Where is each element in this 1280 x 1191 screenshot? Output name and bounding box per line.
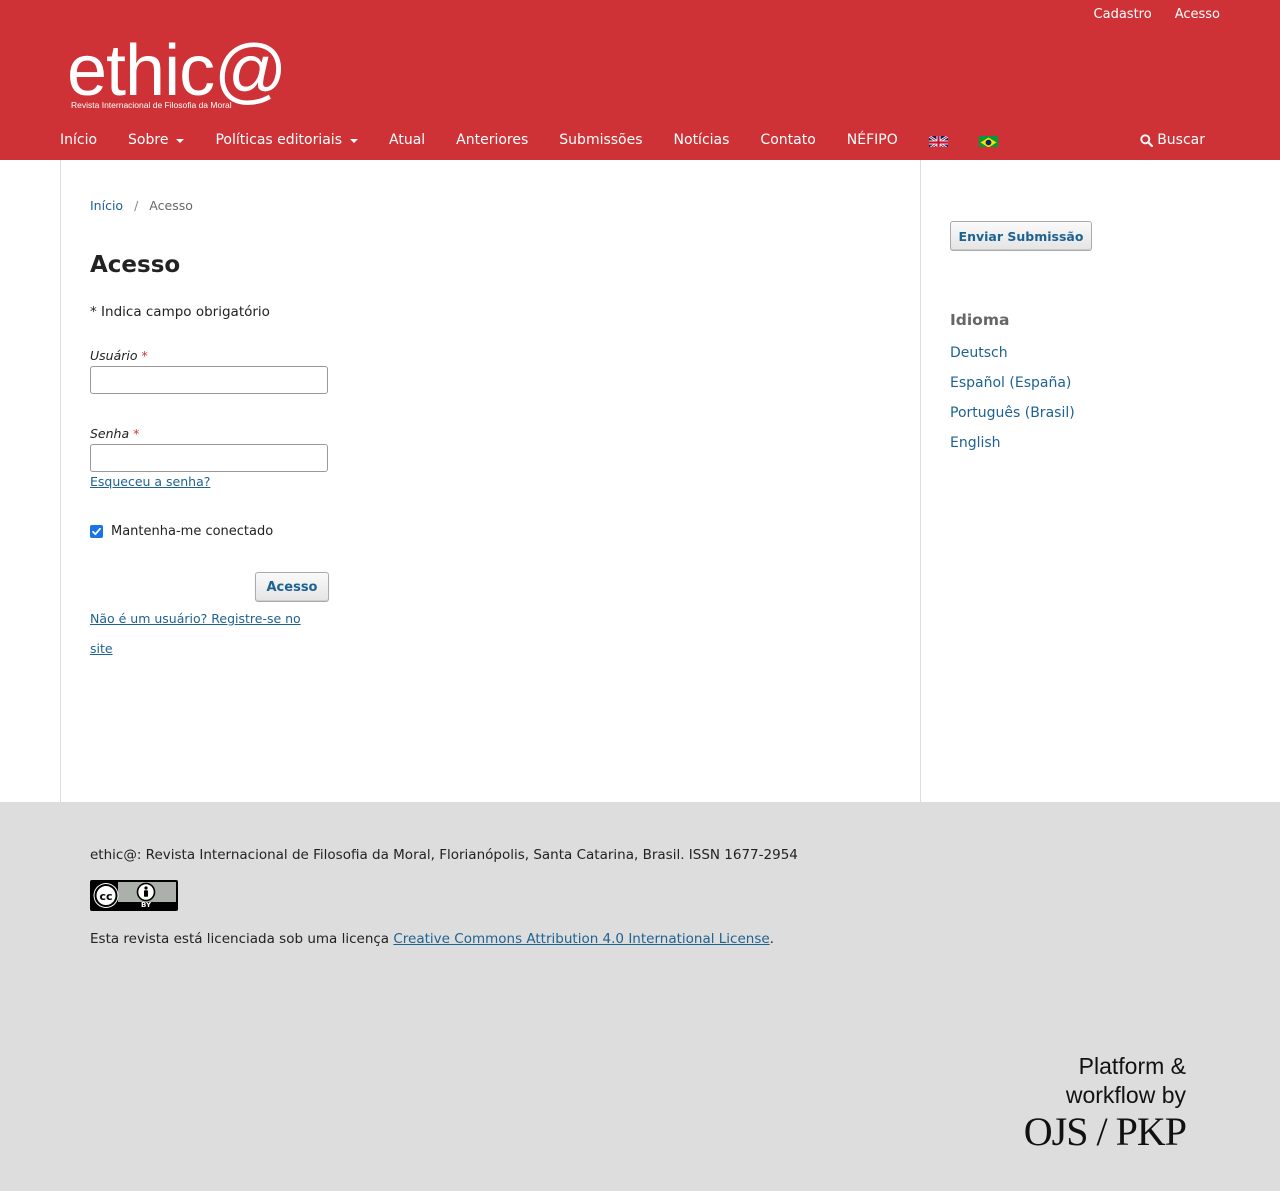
language-item: Deutsch (950, 345, 1075, 375)
footer-info: ethic@: Revista Internacional de Filosof… (90, 847, 798, 863)
license-link[interactable]: Creative Commons Attribution 4.0 Interna… (393, 931, 769, 947)
uk-flag-icon[interactable] (928, 134, 948, 147)
username-label-text: Usuário (90, 348, 138, 363)
language-list: Deutsch Español (España) Português (Bras… (950, 345, 1075, 465)
nav-current-label: Atual (389, 132, 426, 148)
breadcrumb-current: Acesso (149, 198, 193, 213)
site-footer: ethic@: Revista Internacional de Filosof… (0, 802, 1280, 1191)
password-input[interactable] (90, 444, 328, 472)
site-logo[interactable]: ethic@ Revista Internacional de Filosofi… (67, 28, 327, 114)
nav-archives[interactable]: Anteriores (456, 132, 528, 148)
nav-about[interactable]: Sobre (128, 132, 185, 148)
user-nav: Cadastro Acesso (1094, 7, 1220, 22)
nav-submissions[interactable]: Submissões (559, 132, 642, 148)
language-title: Idioma (950, 311, 1010, 329)
register-site-link[interactable]: Não é um usuário? Registre-se no site (90, 604, 320, 664)
nav-nefipo-label: NÉFIPO (846, 132, 898, 148)
search-icon (1140, 133, 1154, 147)
language-link-espanol[interactable]: Español (España) (950, 375, 1071, 391)
required-mark: * (141, 348, 148, 363)
main-content: Início / Acesso Acesso * Indica campo ob… (60, 160, 921, 802)
language-link-english[interactable]: English (950, 435, 1001, 451)
nav-about-label: Sobre (128, 132, 169, 148)
language-item: Português (Brasil) (950, 405, 1075, 435)
register-link[interactable]: Cadastro (1094, 7, 1152, 22)
language-link-portugues[interactable]: Português (Brasil) (950, 405, 1075, 421)
language-item: Español (España) (950, 375, 1075, 405)
nav-contact[interactable]: Contato (760, 132, 815, 148)
breadcrumb: Início / Acesso (90, 198, 193, 213)
search-label: Buscar (1157, 132, 1205, 148)
search-link[interactable]: Buscar (1140, 120, 1205, 160)
page-title: Acesso (90, 252, 181, 278)
password-label: Senha * (90, 426, 139, 441)
nav-home[interactable]: Início (60, 132, 97, 148)
nav-home-label: Início (60, 132, 98, 148)
nav-news[interactable]: Notícias (674, 132, 730, 148)
forgot-password-link[interactable]: Esqueceu a senha? (90, 474, 210, 489)
username-input[interactable] (90, 366, 328, 394)
license-prefix: Esta revista está licenciada sob uma lic… (90, 931, 394, 947)
primary-nav: Início Sobre Políticas editoriais Atual … (60, 120, 1029, 160)
pkp-line2: workflow by (1065, 1082, 1186, 1108)
remember-me[interactable]: Mantenha-me conectado (90, 524, 273, 539)
login-button[interactable]: Acesso (255, 572, 329, 602)
caret-down-icon (176, 139, 185, 143)
breadcrumb-separator: / (134, 198, 139, 213)
checkmark-icon (92, 527, 101, 536)
required-mark: * (133, 426, 140, 441)
creative-commons-icon[interactable]: cc BY (90, 880, 178, 911)
remember-me-label: Mantenha-me conectado (111, 524, 274, 539)
cc-by-label: BY (141, 901, 152, 909)
sidebar: Enviar Submissão Idioma Deutsch Español … (922, 160, 1280, 802)
nav-archives-label: Anteriores (456, 132, 529, 148)
brazil-flag-icon[interactable] (978, 134, 998, 147)
language-link-deutsch[interactable]: Deutsch (950, 345, 1008, 361)
nav-current[interactable]: Atual (389, 132, 425, 148)
nav-submissions-label: Submissões (559, 132, 643, 148)
site-header: Cadastro Acesso ethic@ Revista Internaci… (0, 0, 1280, 160)
nav-contact-label: Contato (760, 132, 816, 148)
nav-news-label: Notícias (673, 132, 730, 148)
language-item: English (950, 435, 1075, 465)
username-label: Usuário * (90, 348, 148, 363)
nav-policies-label: Políticas editoriais (215, 132, 342, 148)
make-submission-button[interactable]: Enviar Submissão (950, 221, 1092, 251)
svg-text:cc: cc (99, 890, 112, 903)
remember-me-checkbox[interactable] (90, 525, 103, 538)
required-note: * Indica campo obrigatório (90, 304, 270, 320)
ojs-pkp-logo[interactable]: Platform & workflow by OJS / PKP (1023, 1052, 1187, 1154)
password-label-text: Senha (90, 426, 130, 441)
breadcrumb-home[interactable]: Início (90, 198, 123, 213)
nav-policies[interactable]: Políticas editoriais (215, 132, 358, 148)
license-suffix: . (769, 931, 774, 947)
logo-subtitle: Revista Internacional de Filosofia da Mo… (71, 100, 232, 110)
pkp-line1: Platform & (1078, 1053, 1186, 1079)
login-link[interactable]: Acesso (1175, 7, 1220, 22)
nav-nefipo[interactable]: NÉFIPO (847, 132, 898, 148)
pkp-line3: OJS / PKP (1023, 1109, 1187, 1154)
license-text: Esta revista está licenciada sob uma lic… (90, 931, 774, 947)
caret-down-icon (350, 139, 358, 143)
